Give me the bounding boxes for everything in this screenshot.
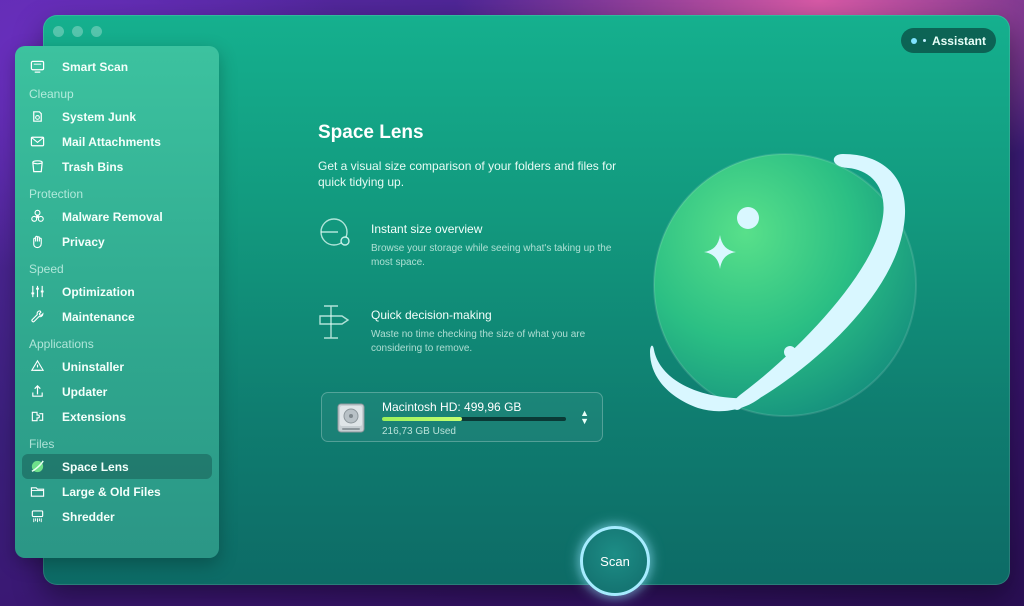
feature-description: Browse your storage while seeing what's …: [371, 243, 612, 268]
sidebar-item-maintenance[interactable]: Maintenance: [22, 304, 212, 329]
sidebar-item-label: Malware Removal: [62, 209, 163, 224]
size-overview-icon: [320, 218, 350, 246]
page-title: Space Lens: [318, 122, 424, 143]
sidebar-item-label: Trash Bins: [62, 159, 124, 174]
assistant-label: Assistant: [931, 33, 986, 48]
sidebar-item-label: Space Lens: [62, 459, 129, 474]
sidebar-item-mail-attachments[interactable]: Mail Attachments: [22, 129, 212, 154]
sidebar-item-trash-bins[interactable]: Trash Bins: [22, 154, 212, 179]
sidebar: Smart Scan Cleanup System Junk Mail Atta…: [15, 46, 219, 558]
sidebar-item-label: Large & Old Files: [62, 484, 161, 499]
hard-drive-icon: [337, 403, 365, 433]
sidebar-item-optimization[interactable]: Optimization: [22, 279, 212, 304]
zoom-window-button[interactable]: [91, 26, 102, 37]
sliders-icon: [31, 285, 44, 298]
sidebar-item-uninstaller[interactable]: Uninstaller: [22, 354, 212, 379]
sidebar-item-space-lens[interactable]: Space Lens: [22, 454, 212, 479]
sidebar-section-files: Files: [29, 437, 55, 451]
sidebar-item-label: Updater: [62, 384, 108, 399]
extensions-icon: [31, 411, 44, 422]
shredder-icon: [31, 510, 44, 523]
sidebar-item-label: Smart Scan: [62, 59, 129, 74]
space-lens-illustration: [650, 153, 917, 417]
sidebar-section-cleanup: Cleanup: [29, 87, 74, 101]
feature-title: Quick decision-making: [371, 308, 492, 322]
sidebar-item-smart-scan[interactable]: Smart Scan: [22, 54, 212, 79]
wrench-icon: [31, 310, 44, 323]
folder-icon: [30, 487, 45, 497]
sidebar-item-system-junk[interactable]: System Junk: [22, 104, 212, 129]
system-junk-icon: [33, 111, 42, 122]
sidebar-section-speed: Speed: [29, 262, 64, 276]
space-lens-icon: [31, 460, 44, 473]
mail-icon: [30, 136, 45, 147]
sidebar-item-malware-removal[interactable]: Malware Removal: [22, 204, 212, 229]
biohazard-icon: [31, 209, 44, 222]
sidebar-section-protection: Protection: [29, 187, 84, 201]
hand-icon: [33, 235, 42, 249]
sidebar-item-label: Optimization: [62, 284, 135, 299]
sidebar-item-updater[interactable]: Updater: [22, 379, 212, 404]
feature-title: Instant size overview: [371, 222, 483, 236]
disk-usage-fill: [382, 417, 462, 421]
sidebar-item-label: Mail Attachments: [62, 134, 161, 149]
feature-description: Waste no time checking the size of what …: [371, 329, 586, 354]
close-window-button[interactable]: [53, 26, 64, 37]
minimize-window-button[interactable]: [72, 26, 83, 37]
sidebar-item-privacy[interactable]: Privacy: [22, 229, 212, 254]
sidebar-item-label: Uninstaller: [62, 359, 125, 374]
disk-used-text: 216,73 GB Used: [382, 426, 456, 437]
main-content: Space Lens Get a visual size comparison …: [318, 122, 638, 354]
assistant-dot-small-icon: [922, 39, 926, 42]
sidebar-section-applications: Applications: [29, 337, 94, 351]
assistant-dot-icon: [910, 37, 917, 44]
sidebar-item-shredder[interactable]: Shredder: [22, 504, 212, 529]
page-description: Get a visual size comparison of your fol…: [318, 159, 617, 189]
monitor-icon: [30, 60, 45, 73]
sidebar-item-label: System Junk: [62, 109, 137, 124]
disk-name: Macintosh HD: 499,96 GB: [382, 400, 522, 414]
sidebar-item-label: Shredder: [62, 509, 115, 524]
decision-icon: [319, 305, 350, 339]
uninstaller-icon: [30, 359, 45, 371]
window-controls: [53, 26, 102, 37]
assistant-button[interactable]: Assistant: [900, 28, 996, 53]
sidebar-item-label: Extensions: [62, 409, 127, 424]
disk-usage-bar: [382, 417, 566, 421]
sidebar-item-extensions[interactable]: Extensions: [22, 404, 212, 429]
sidebar-item-label: Privacy: [62, 234, 105, 249]
trash-icon: [32, 160, 43, 173]
scan-button[interactable]: Scan: [580, 526, 650, 596]
updater-icon: [32, 385, 43, 397]
sidebar-item-label: Maintenance: [62, 309, 135, 324]
sidebar-item-large-old-files[interactable]: Large & Old Files: [22, 479, 212, 504]
disk-selector[interactable]: Macintosh HD: 499,96 GB 216,73 GB Used ▲…: [321, 392, 603, 442]
chevron-updown-icon[interactable]: ▲ ▼: [580, 409, 589, 426]
